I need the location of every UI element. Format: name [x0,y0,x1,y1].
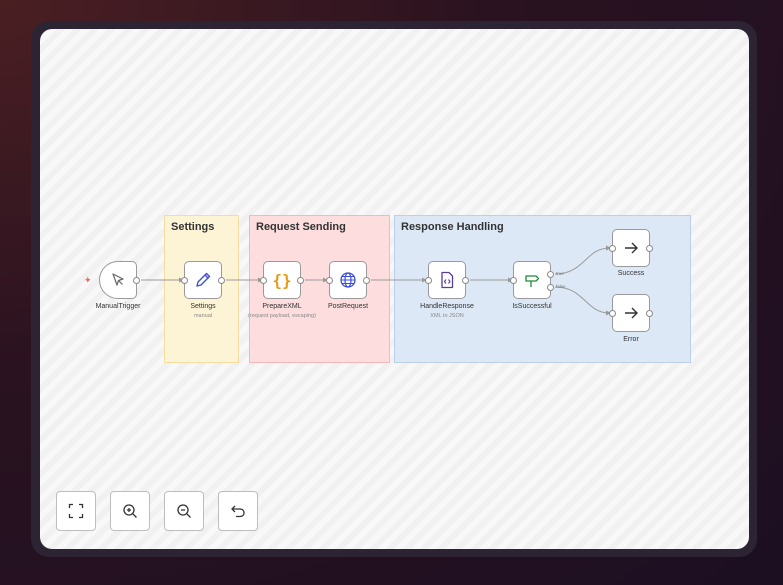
edge-label-false: false [556,284,566,289]
arrow-right-icon [625,307,638,319]
port-in[interactable] [181,277,188,284]
port-out[interactable] [646,245,653,252]
node-manual-trigger[interactable] [99,261,140,299]
fit-view-button[interactable] [56,491,96,531]
port-out[interactable] [218,277,225,284]
arrow-right-icon [625,242,638,254]
cursor-icon [112,273,124,286]
port-out-false[interactable] [547,284,554,291]
port-out[interactable] [133,277,140,284]
workflow-canvas[interactable]: Settings Request Sending Response Handli… [40,29,749,549]
code-file-icon [441,271,454,289]
node-label: Error [623,336,639,343]
port-in[interactable] [609,245,616,252]
node-success[interactable] [609,229,653,267]
node-settings[interactable] [181,261,225,299]
braces-icon: {} [272,270,292,290]
node-label: Success [617,270,645,277]
node-is-successful[interactable] [510,261,554,299]
node-error[interactable] [609,294,653,332]
connection-layer [141,245,611,316]
node-post-request[interactable] [326,261,370,299]
port-out[interactable] [363,277,370,284]
node-label: PostRequest [327,303,369,310]
port-in[interactable] [326,277,333,284]
port-out-true[interactable] [547,271,554,278]
zoom-in-button[interactable] [110,491,150,531]
port-out[interactable] [646,310,653,317]
trigger-star-icon: ✦ [84,275,92,285]
fit-view-icon [68,503,84,519]
pencil-icon [196,272,211,287]
zoom-out-button[interactable] [164,491,204,531]
signpost-icon [525,275,540,287]
node-sublabel: XML to JSON [430,313,464,319]
edge-label-true: true [556,271,564,276]
port-out[interactable] [297,277,304,284]
undo-button[interactable] [218,491,258,531]
port-in[interactable] [510,277,517,284]
zoom-out-icon [177,504,191,518]
node-handle-response[interactable] [425,261,469,299]
port-in[interactable] [609,310,616,317]
undo-icon [231,505,245,518]
globe-icon [340,272,356,288]
node-sublabel: (request payload, escaping) [248,313,316,319]
port-in[interactable] [425,277,432,284]
port-out[interactable] [462,277,469,284]
node-prepare-xml[interactable]: {} [260,261,304,299]
zoom-in-icon [123,504,137,518]
node-label: IsSuccessful [512,303,552,310]
port-in[interactable] [260,277,267,284]
